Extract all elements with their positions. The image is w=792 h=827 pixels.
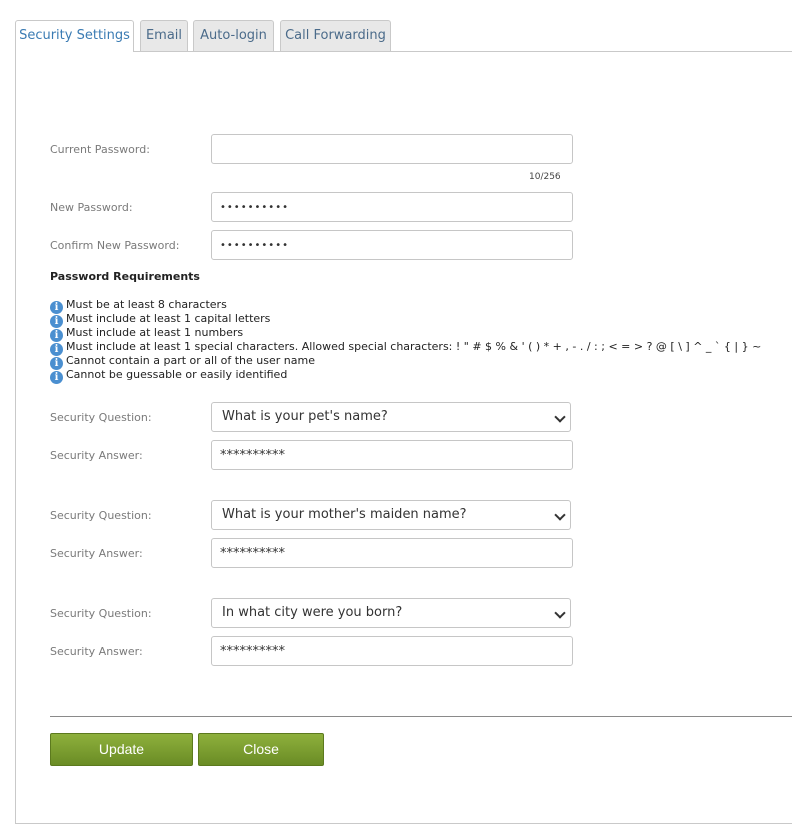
security-answer-2-input[interactable]: [211, 538, 573, 568]
requirement-text: Must include at least 1 special characte…: [66, 340, 762, 353]
requirement-text: Must include at least 1 capital letters: [66, 312, 271, 325]
current-password-label: Current Password:: [50, 143, 150, 156]
list-item: i Must include at least 1 special charact…: [50, 340, 762, 356]
list-item: i Cannot be guessable or easily identifie…: [50, 368, 761, 384]
list-item: i Must be at least 8 characters: [50, 298, 761, 314]
tab-email[interactable]: Email: [140, 20, 188, 51]
new-password-input[interactable]: [211, 192, 573, 222]
tab-call-forwarding[interactable]: Call Forwarding: [280, 20, 391, 51]
security-question-1-label: Security Question:: [50, 411, 152, 424]
tab-auto-login[interactable]: Auto-login: [193, 20, 274, 51]
security-answer-3-input[interactable]: [211, 636, 573, 666]
close-button[interactable]: Close: [198, 733, 324, 766]
list-item: i Must include at least 1 capital letters: [50, 312, 761, 328]
security-question-2-label: Security Question:: [50, 509, 152, 522]
update-button[interactable]: Update: [50, 733, 193, 766]
security-question-2-select[interactable]: What is your mother's maiden name?: [211, 500, 571, 530]
requirement-text: Cannot contain a part or all of the user…: [66, 354, 315, 367]
security-answer-1-label: Security Answer:: [50, 449, 143, 462]
list-item: i Must include at least 1 numbers: [50, 326, 761, 342]
form-divider: [50, 716, 792, 717]
info-icon: i: [50, 371, 63, 384]
password-requirements-title: Password Requirements: [50, 270, 200, 283]
chevron-down-icon: [554, 411, 566, 423]
settings-panel: [15, 51, 792, 824]
current-password-input[interactable]: [211, 134, 573, 164]
password-char-counter: 10/256: [529, 172, 561, 182]
requirement-text: Cannot be guessable or easily identified: [66, 368, 288, 381]
security-question-1-value: What is your pet's name?: [222, 409, 388, 424]
list-item: i Cannot contain a part or all of the use…: [50, 354, 761, 370]
chevron-down-icon: [554, 607, 566, 619]
security-question-1-select[interactable]: What is your pet's name?: [211, 402, 571, 432]
security-answer-2-label: Security Answer:: [50, 547, 143, 560]
requirement-text: Must include at least 1 numbers: [66, 326, 244, 339]
chevron-down-icon: [554, 509, 566, 521]
security-question-3-label: Security Question:: [50, 607, 152, 620]
new-password-label: New Password:: [50, 201, 133, 214]
confirm-password-input[interactable]: [211, 230, 573, 260]
security-question-3-value: In what city were you born?: [222, 605, 403, 620]
password-requirements-list: i Must be at least 8 characters i Must inc…: [50, 298, 762, 384]
security-question-3-select[interactable]: In what city were you born?: [211, 598, 571, 628]
security-answer-3-label: Security Answer:: [50, 645, 143, 658]
security-question-2-value: What is your mother's maiden name?: [222, 507, 467, 522]
confirm-password-label: Confirm New Password:: [50, 239, 180, 252]
requirement-text: Must be at least 8 characters: [66, 298, 227, 311]
tab-security-settings[interactable]: Security Settings: [15, 20, 134, 52]
security-answer-1-input[interactable]: [211, 440, 573, 470]
